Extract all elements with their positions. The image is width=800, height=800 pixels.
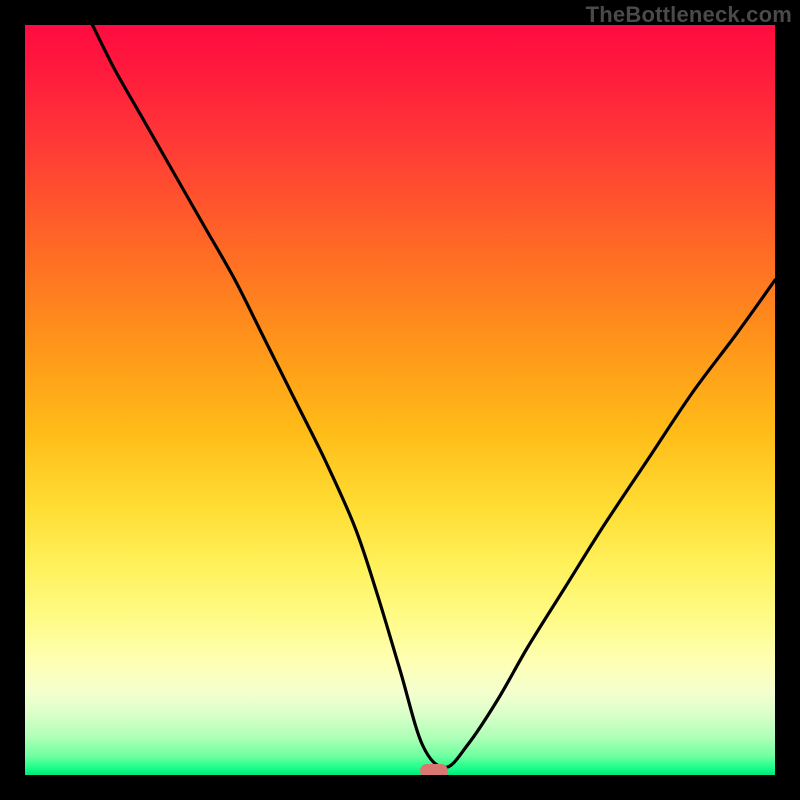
watermark-text: TheBottleneck.com bbox=[586, 2, 792, 28]
minimum-marker bbox=[420, 764, 448, 776]
chart-frame: TheBottleneck.com bbox=[0, 0, 800, 800]
plot-area bbox=[25, 25, 775, 775]
bottleneck-curve bbox=[25, 25, 775, 775]
